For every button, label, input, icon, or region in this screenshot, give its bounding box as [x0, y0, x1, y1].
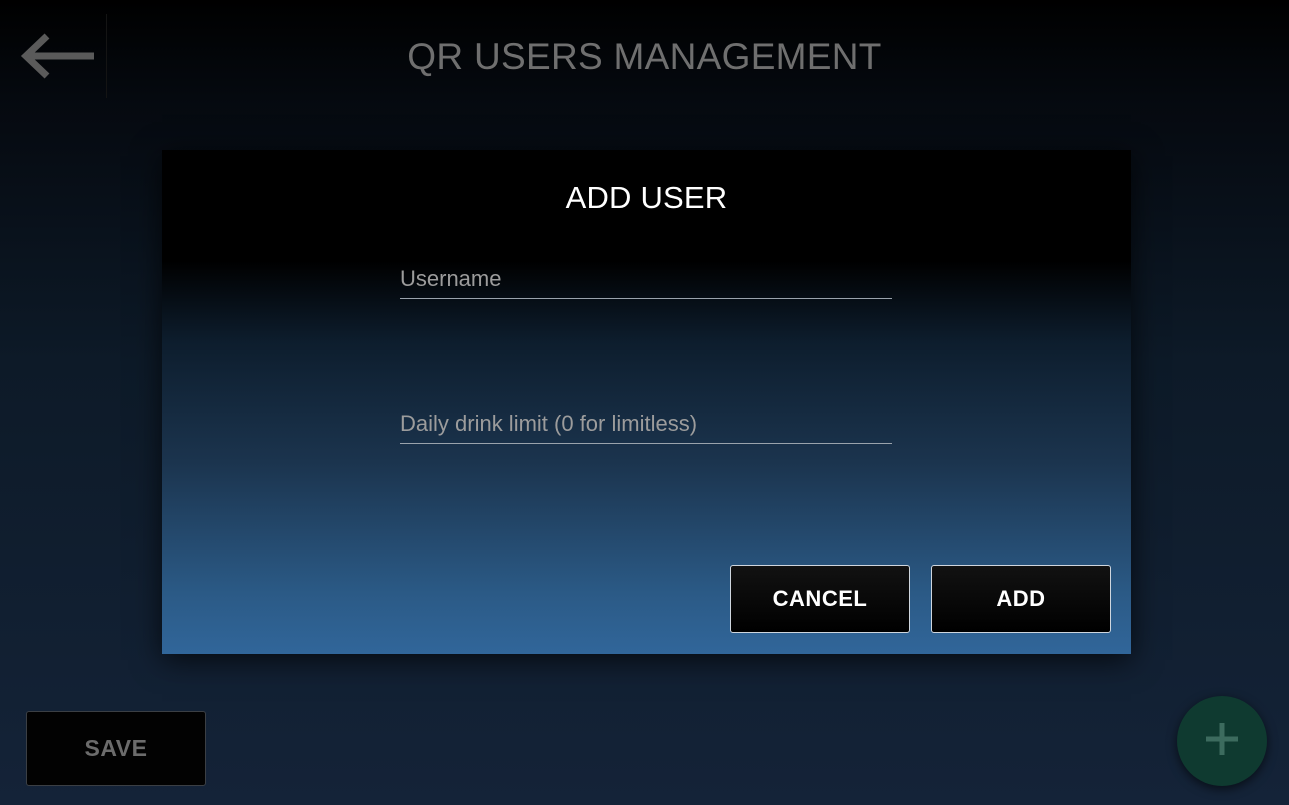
plus-icon	[1203, 720, 1241, 763]
add-button[interactable]: ADD	[931, 565, 1111, 633]
save-button[interactable]: SAVE	[26, 711, 206, 786]
cancel-button[interactable]: CANCEL	[730, 565, 910, 633]
qr-users-management-screen: QR USERS MANAGEMENT ADD USER CANCEL ADD …	[0, 0, 1289, 805]
username-field	[400, 258, 892, 299]
daily-limit-input[interactable]	[400, 409, 892, 439]
add-user-dialog: ADD USER CANCEL ADD	[162, 150, 1131, 654]
daily-limit-field	[400, 403, 892, 444]
dialog-title: ADD USER	[565, 180, 728, 215]
username-input[interactable]	[400, 264, 892, 294]
add-user-fab[interactable]	[1177, 696, 1267, 786]
